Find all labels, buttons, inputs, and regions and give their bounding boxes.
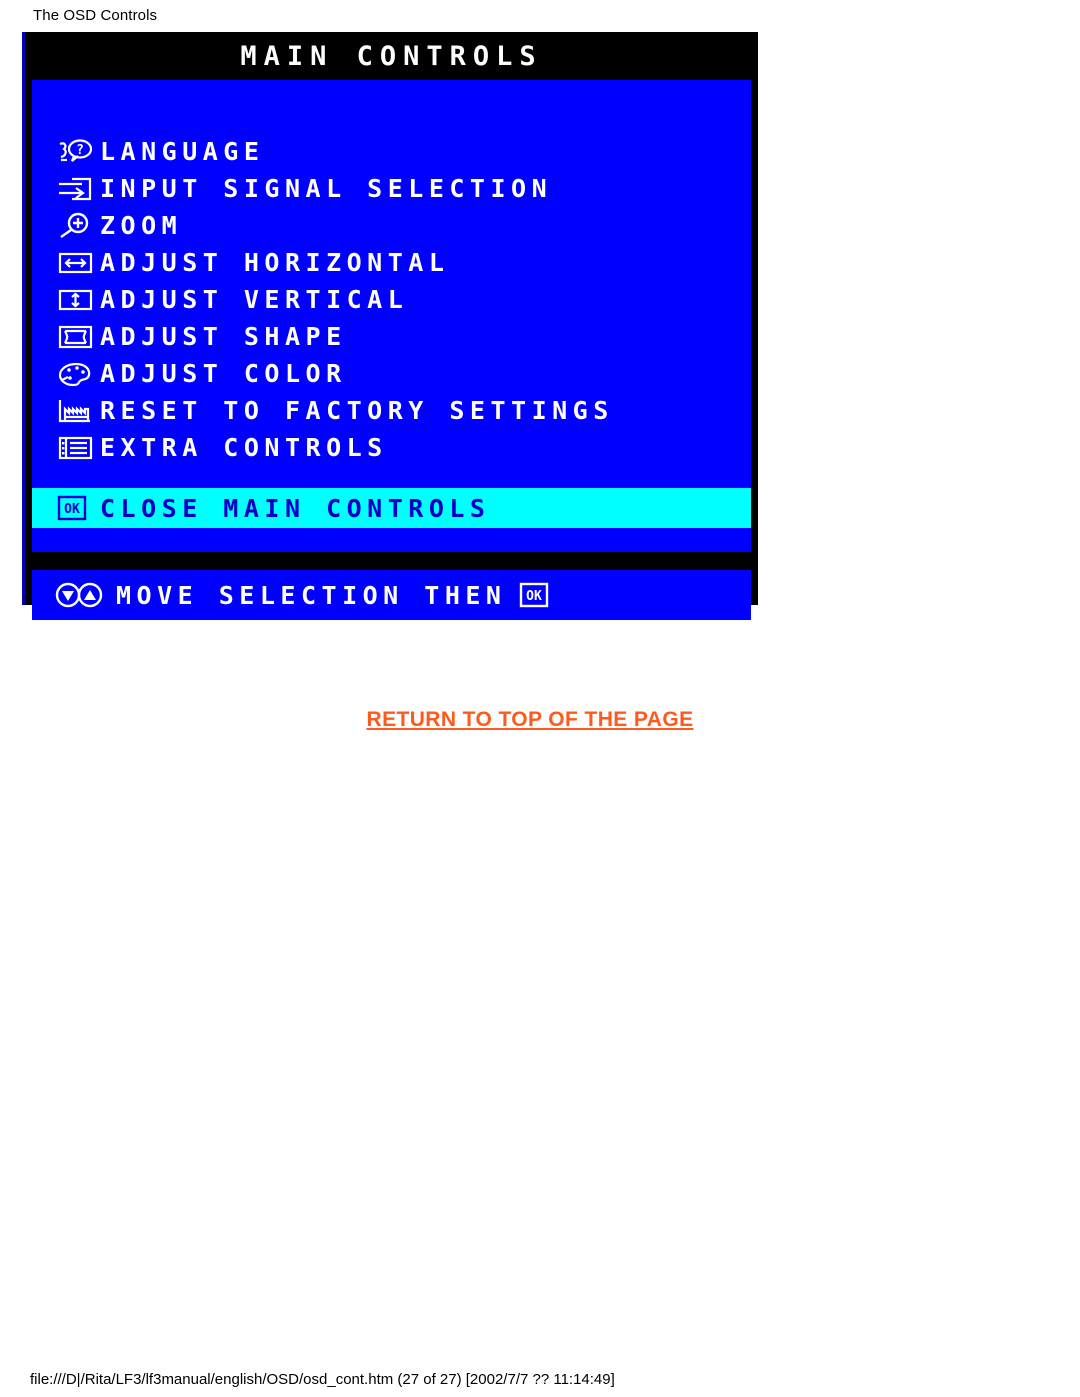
osd-menu-item-adjust-vertical[interactable]: ADJUST VERTICAL bbox=[32, 281, 751, 318]
osd-hint-label: MOVE SELECTION THEN bbox=[116, 580, 507, 610]
osd-title: MAIN CONTROLS bbox=[240, 40, 543, 72]
list-document-icon bbox=[56, 433, 100, 463]
factory-icon bbox=[56, 396, 100, 426]
ok-button-icon: OK bbox=[518, 582, 552, 608]
osd-menu-item-label: INPUT SIGNAL SELECTION bbox=[100, 174, 553, 203]
osd-hint-bar: MOVE SELECTION THEN OK bbox=[32, 570, 751, 620]
svg-text:?: ? bbox=[76, 143, 84, 158]
osd-main-controls-window: MAIN CONTROLS ? LANGUAGE INPUT SIGNAL SE… bbox=[22, 32, 758, 620]
osd-menu-item-adjust-color[interactable]: ADJUST COLOR bbox=[32, 355, 751, 392]
down-arrow-circle-icon bbox=[55, 582, 81, 608]
osd-menu-item-zoom[interactable]: ZOOM bbox=[32, 207, 751, 244]
osd-titlebar: MAIN CONTROLS bbox=[25, 32, 758, 80]
ok-button-icon: OK bbox=[56, 493, 100, 523]
magnifier-plus-icon bbox=[56, 211, 100, 241]
return-to-top-link-wrapper: RETURN TO TOP OF THE PAGE bbox=[0, 708, 1060, 732]
vertical-arrows-box-icon bbox=[56, 285, 100, 315]
osd-menu-item-close-main-controls[interactable]: OK CLOSE MAIN CONTROLS bbox=[32, 488, 751, 528]
osd-menu-panel: ? LANGUAGE INPUT SIGNAL SELECTION ZOOM A… bbox=[32, 80, 751, 552]
osd-menu-item-language[interactable]: ? LANGUAGE bbox=[32, 133, 751, 170]
pincushion-box-icon bbox=[56, 322, 100, 352]
osd-menu-item-reset-to-factory-settings[interactable]: RESET TO FACTORY SETTINGS bbox=[32, 392, 751, 429]
osd-menu-item-label: CLOSE MAIN CONTROLS bbox=[100, 493, 491, 523]
speech-bubble-question-icon: ? bbox=[56, 137, 100, 167]
return-to-top-link[interactable]: RETURN TO TOP OF THE PAGE bbox=[367, 708, 694, 731]
osd-menu-item-label: ADJUST VERTICAL bbox=[100, 285, 409, 314]
osd-menu-item-extra-controls[interactable]: EXTRA CONTROLS bbox=[32, 429, 751, 466]
osd-menu-item-label: ADJUST COLOR bbox=[100, 359, 347, 388]
svg-text:OK: OK bbox=[64, 502, 80, 517]
osd-menu-list: ? LANGUAGE INPUT SIGNAL SELECTION ZOOM A… bbox=[32, 133, 751, 466]
footer-file-path: file:///D|/Rita/LF3/lf3manual/english/OS… bbox=[30, 1371, 615, 1388]
osd-menu-item-label: LANGUAGE bbox=[100, 137, 265, 166]
arrow-into-box-icon bbox=[56, 174, 100, 204]
osd-menu-item-label: EXTRA CONTROLS bbox=[100, 433, 388, 462]
arrow-circles-group bbox=[54, 580, 116, 610]
osd-menu-item-label: RESET TO FACTORY SETTINGS bbox=[100, 396, 614, 425]
horizontal-arrows-box-icon bbox=[56, 248, 100, 278]
color-palette-icon bbox=[56, 359, 100, 389]
svg-text:OK: OK bbox=[527, 589, 543, 604]
osd-menu-item-input-signal-selection[interactable]: INPUT SIGNAL SELECTION bbox=[32, 170, 751, 207]
osd-menu-item-adjust-horizontal[interactable]: ADJUST HORIZONTAL bbox=[32, 244, 751, 281]
osd-menu-item-adjust-shape[interactable]: ADJUST SHAPE bbox=[32, 318, 751, 355]
osd-menu-item-label: ADJUST HORIZONTAL bbox=[100, 248, 450, 277]
up-arrow-circle-icon bbox=[77, 582, 103, 608]
osd-menu-item-label: ZOOM bbox=[100, 211, 183, 240]
page-title: The OSD Controls bbox=[33, 7, 158, 24]
osd-menu-item-label: ADJUST SHAPE bbox=[100, 322, 347, 351]
